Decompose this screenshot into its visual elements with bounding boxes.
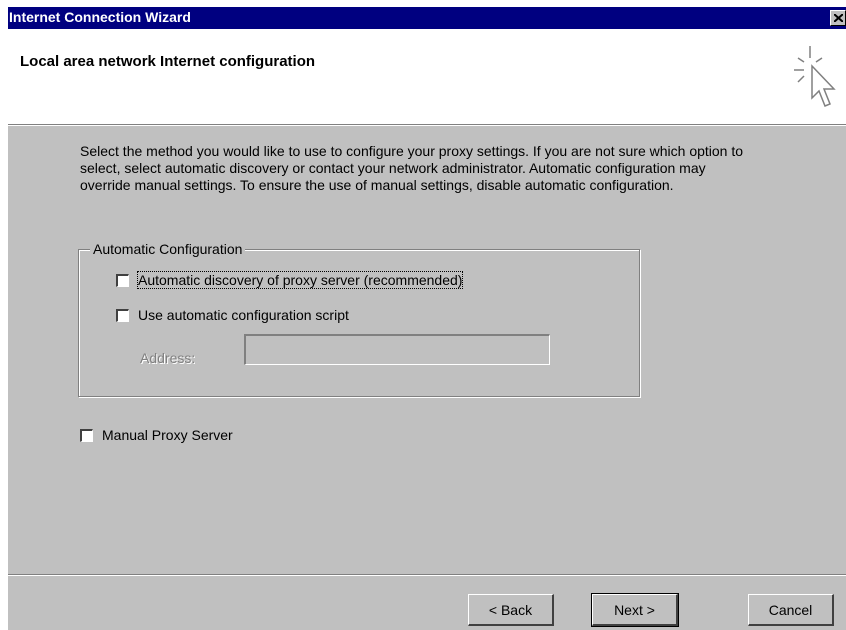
auto-script-checkbox[interactable] (116, 308, 129, 322)
window-title: Internet Connection Wizard (9, 9, 191, 25)
page-title: Local area network Internet configuratio… (20, 53, 316, 70)
cancel-button[interactable]: Cancel (748, 594, 834, 626)
back-button[interactable]: < Back (468, 594, 554, 626)
auto-script-option[interactable]: Use automatic configuration script (116, 307, 349, 323)
wizard-window: Internet Connection Wizard Local area ne… (8, 7, 846, 630)
manual-proxy-checkbox[interactable] (80, 428, 93, 442)
close-button[interactable] (830, 10, 846, 26)
footer-separator (8, 574, 846, 576)
wizard-cursor-icon (794, 46, 836, 107)
auto-discovery-option[interactable]: Automatic discovery of proxy server (rec… (116, 271, 464, 289)
address-field[interactable] (244, 334, 550, 365)
title-bar: Internet Connection Wizard (8, 7, 846, 29)
auto-script-label[interactable]: Use automatic configuration script (138, 307, 349, 323)
manual-proxy-label[interactable]: Manual Proxy Server (102, 427, 233, 443)
close-icon (834, 14, 843, 22)
auto-config-group-label: Automatic Configuration (90, 241, 246, 257)
next-button[interactable]: Next > (591, 593, 679, 627)
manual-proxy-option[interactable]: Manual Proxy Server (80, 427, 233, 443)
auto-discovery-checkbox[interactable] (116, 273, 129, 287)
wizard-header: Local area network Internet configuratio… (8, 29, 846, 124)
instructions-text: Select the method you would like to use … (80, 143, 744, 193)
auto-discovery-label[interactable]: Automatic discovery of proxy server (rec… (136, 271, 464, 289)
header-separator (8, 124, 846, 126)
address-label: Address: (140, 350, 196, 366)
